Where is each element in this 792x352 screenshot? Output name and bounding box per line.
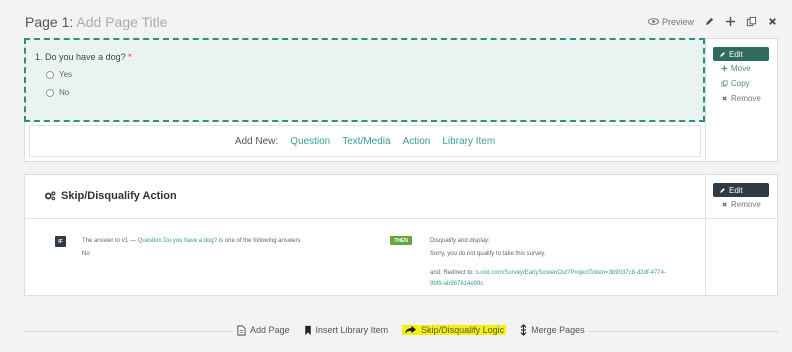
required-mark: *: [128, 52, 132, 62]
page-title-input[interactable]: Add Page Title: [76, 14, 167, 30]
condition-prefix: The answer to #1 —: [82, 238, 137, 244]
redirect-url[interactable]: s.cint.com/Survey/EarlyScreenOut?Project…: [476, 270, 666, 276]
add-text-media-link[interactable]: Text/Media: [342, 136, 390, 147]
remove-skip-link[interactable]: Remove: [721, 200, 761, 209]
skip-logic-label: Skip/Disqualify Logic: [421, 325, 505, 335]
divider: [705, 174, 706, 296]
edit-question-button[interactable]: Edit: [713, 47, 769, 61]
add-new-row: Add New: Question Text/Media Action Libr…: [29, 125, 701, 157]
divider: [24, 218, 778, 219]
edit-label: Edit: [729, 49, 743, 59]
redirect-prefix: and: Redirect to:: [430, 270, 475, 276]
option-no[interactable]: No: [46, 88, 69, 97]
move-label: Move: [731, 64, 751, 73]
remove-icon: [722, 202, 727, 207]
insert-library-label: Insert Library Item: [315, 325, 389, 335]
eye-icon: [647, 18, 659, 25]
redirect-line: and: Redirect to: s.cint.com/Survey/Earl…: [430, 270, 666, 276]
skip-action-title: Skip/Disqualify Action: [44, 190, 177, 202]
question-label: Do you have a dog?: [45, 52, 126, 62]
page-label: Page 1:: [25, 14, 74, 30]
then-badge: THEN: [390, 236, 412, 245]
pencil-icon: [720, 51, 725, 57]
preview-button[interactable]: Preview: [647, 16, 694, 27]
redirect-url[interactable]: 9bf9-ab987814e99c: [430, 281, 483, 287]
radio-icon: [46, 88, 54, 97]
add-page-button[interactable]: Add Page: [237, 325, 290, 336]
bookmark-icon: [304, 325, 311, 335]
remove-label: Remove: [731, 200, 761, 209]
page-toolbar: Preview: [647, 16, 778, 27]
remove-question-link[interactable]: Remove: [721, 94, 761, 103]
add-page-label: Add Page: [250, 325, 290, 335]
bottom-toolbar: Add Page Insert Library Item Skip/Disqua…: [233, 324, 589, 336]
condition-question-link[interactable]: Question Do you have a dog?: [138, 238, 217, 244]
move-icon: [721, 65, 728, 72]
add-action-link[interactable]: Action: [403, 136, 431, 147]
condition-text: The answer to #1 — Question Do you have …: [82, 238, 300, 244]
cogs-icon: [44, 191, 56, 201]
condition-answer: No: [82, 251, 90, 257]
edit-skip-button[interactable]: Edit: [713, 183, 769, 197]
remove-label: Remove: [731, 94, 761, 103]
redirect-url-continued: 9bf9-ab987814e99c: [430, 281, 483, 287]
share-arrow-icon: [405, 325, 417, 334]
skip-title-label: Skip/Disqualify Action: [61, 190, 177, 202]
close-icon[interactable]: [767, 16, 778, 27]
insert-library-item-button[interactable]: Insert Library Item: [304, 325, 389, 336]
merge-icon: [520, 324, 527, 336]
move-icon[interactable]: [725, 16, 736, 27]
pencil-icon[interactable]: [704, 16, 715, 27]
option-yes[interactable]: Yes: [46, 70, 72, 79]
question-edit-area[interactable]: [24, 38, 705, 122]
page-icon: [237, 325, 246, 335]
if-badge: IF: [55, 236, 66, 247]
copy-icon[interactable]: [746, 16, 757, 27]
remove-icon: [722, 96, 727, 101]
question-number: 1.: [35, 52, 43, 62]
condition-suffix: is one of the following answers: [218, 238, 301, 244]
skip-disqualify-logic-button[interactable]: Skip/Disqualify Logic: [402, 325, 507, 335]
move-question-link[interactable]: Move: [721, 64, 751, 73]
option-label: No: [59, 88, 70, 97]
action-line-1: Disqualify and display:: [430, 238, 490, 244]
merge-pages-button[interactable]: Merge Pages: [520, 324, 585, 336]
preview-label: Preview: [661, 16, 694, 27]
add-question-link[interactable]: Question: [290, 136, 330, 147]
action-line-2: Sorry, you do not qualify to take this s…: [430, 251, 546, 257]
question-text: 1. Do you have a dog? *: [35, 52, 132, 62]
copy-question-link[interactable]: Copy: [721, 79, 750, 88]
edit-label: Edit: [729, 185, 743, 195]
merge-pages-label: Merge Pages: [531, 325, 585, 335]
add-new-label: Add New:: [234, 135, 279, 147]
page-title: Page 1: Add Page Title: [25, 14, 167, 30]
pencil-icon: [720, 187, 725, 193]
copy-label: Copy: [731, 79, 750, 88]
add-library-item-link[interactable]: Library Item: [442, 136, 495, 147]
copy-icon: [721, 80, 728, 87]
option-label: Yes: [59, 70, 73, 79]
radio-icon: [46, 70, 54, 79]
